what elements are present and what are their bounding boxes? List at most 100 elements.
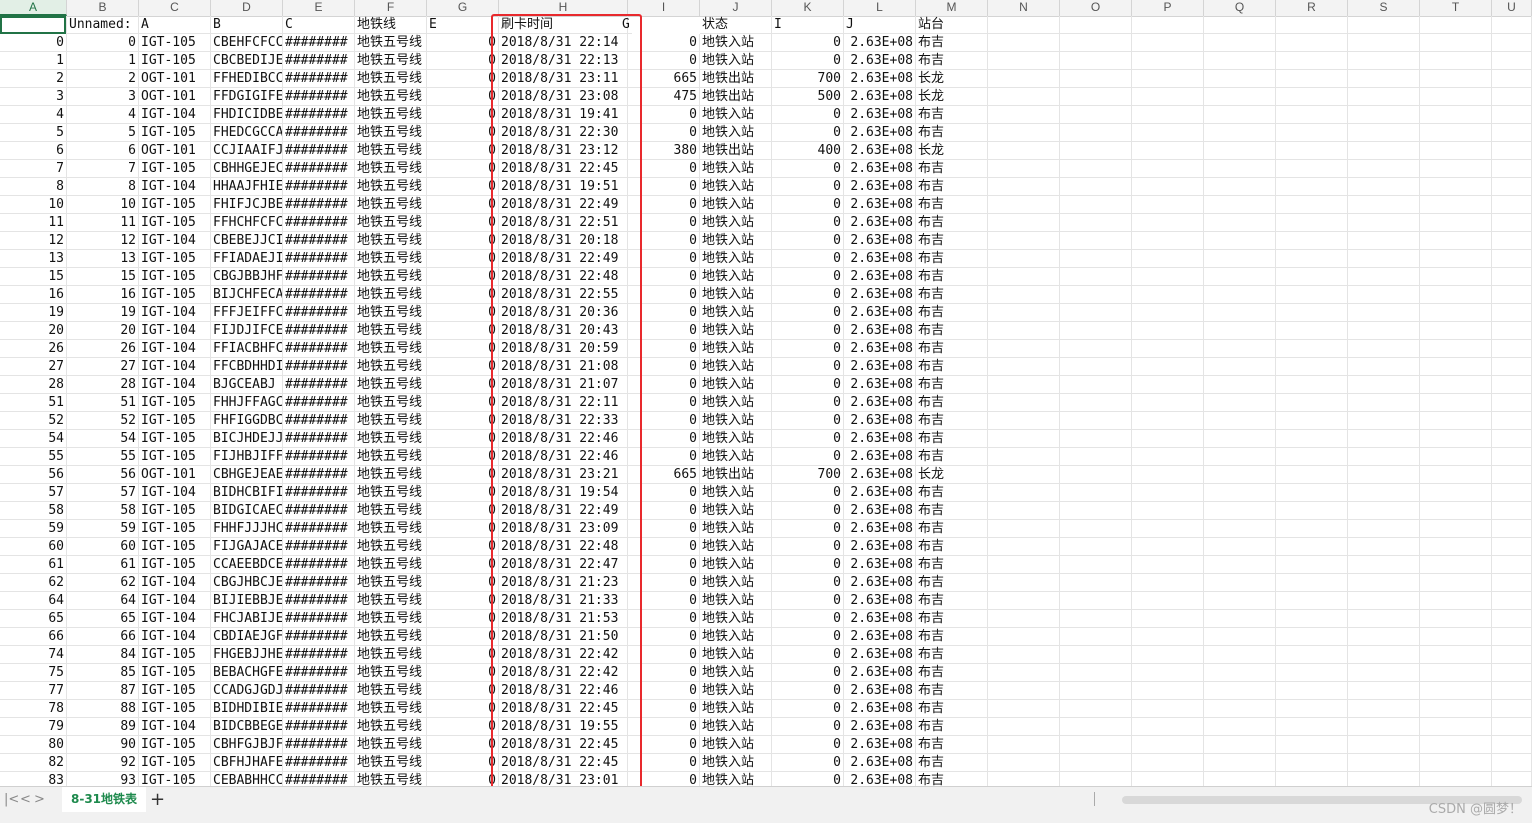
cell-t[interactable]	[1420, 448, 1492, 466]
cell-gate[interactable]: IGT-105	[139, 682, 211, 700]
cell-e[interactable]: 0	[427, 430, 499, 448]
row-index[interactable]: 60	[0, 538, 67, 556]
cell-amount[interactable]: 0	[772, 214, 844, 232]
cell-t[interactable]	[1420, 286, 1492, 304]
cell-card-time[interactable]: 2018/8/31 22:42	[499, 664, 628, 682]
cell-status[interactable]: 地铁入站	[700, 250, 772, 268]
cell-date[interactable]: ########	[283, 628, 355, 646]
cell-terminal[interactable]: 2.63E+08	[844, 34, 916, 52]
cell-s[interactable]	[1348, 394, 1420, 412]
cell-o[interactable]	[1060, 754, 1132, 772]
cell-u[interactable]	[1492, 70, 1532, 88]
cell-unnamed[interactable]: 52	[67, 412, 139, 430]
cell-fare[interactable]: 0	[628, 700, 700, 718]
cell-r[interactable]	[1276, 682, 1348, 700]
cell-status[interactable]: 地铁入站	[700, 772, 772, 786]
cell-card-id[interactable]: CBEHFCFCC	[211, 34, 283, 52]
cell-gate[interactable]: IGT-104	[139, 484, 211, 502]
cell-e[interactable]: 0	[427, 484, 499, 502]
cell-unnamed[interactable]: 89	[67, 718, 139, 736]
cell-fare[interactable]: 475	[628, 88, 700, 106]
cell-fare[interactable]: 0	[628, 322, 700, 340]
row-index[interactable]: 54	[0, 430, 67, 448]
cell-card-time[interactable]: 2018/8/31 22:47	[499, 556, 628, 574]
cell-fare[interactable]: 0	[628, 610, 700, 628]
cell-card-time[interactable]: 2018/8/31 22:33	[499, 412, 628, 430]
cell-terminal[interactable]: 2.63E+08	[844, 88, 916, 106]
cell-fare[interactable]: 380	[628, 142, 700, 160]
row-index[interactable]: 77	[0, 682, 67, 700]
cell-e[interactable]: 0	[427, 646, 499, 664]
cell-n[interactable]	[988, 286, 1060, 304]
cell-t[interactable]	[1420, 16, 1492, 34]
cell-n[interactable]	[988, 376, 1060, 394]
cell-date[interactable]: ########	[283, 664, 355, 682]
cell-unnamed[interactable]: 10	[67, 196, 139, 214]
cell-fare[interactable]: 0	[628, 520, 700, 538]
cell-card-id[interactable]: CBHHGEJEC	[211, 160, 283, 178]
cell-card-id[interactable]: CCADGJGDJ	[211, 682, 283, 700]
cell-terminal[interactable]: 2.63E+08	[844, 538, 916, 556]
header-e[interactable]: E	[427, 16, 499, 34]
cell-unnamed[interactable]: 60	[67, 538, 139, 556]
cell-date[interactable]: ########	[283, 520, 355, 538]
cell-q[interactable]	[1204, 178, 1276, 196]
cell-gate[interactable]: IGT-104	[139, 322, 211, 340]
header-unnamed[interactable]: Unnamed:	[67, 16, 139, 34]
cell-r[interactable]	[1276, 16, 1348, 34]
column-header-b[interactable]: B	[67, 0, 139, 16]
cell-o[interactable]	[1060, 646, 1132, 664]
cell-card-id[interactable]: CBHFGJBJF	[211, 736, 283, 754]
cell-line[interactable]: 地铁五号线	[355, 754, 427, 772]
cell-amount[interactable]: 0	[772, 538, 844, 556]
cell-s[interactable]	[1348, 268, 1420, 286]
cell-amount[interactable]: 0	[772, 520, 844, 538]
cell-s[interactable]	[1348, 16, 1420, 34]
cell-n[interactable]	[988, 520, 1060, 538]
header-a[interactable]: A	[139, 16, 211, 34]
cell-r[interactable]	[1276, 484, 1348, 502]
cell-p[interactable]	[1132, 466, 1204, 484]
column-header-e[interactable]: E	[283, 0, 355, 16]
cell-u[interactable]	[1492, 772, 1532, 786]
cell-e[interactable]: 0	[427, 232, 499, 250]
cell-gate[interactable]: IGT-105	[139, 286, 211, 304]
cell-p[interactable]	[1132, 646, 1204, 664]
cell-date[interactable]: ########	[283, 88, 355, 106]
row-index[interactable]: 0	[0, 34, 67, 52]
cell-r[interactable]	[1276, 214, 1348, 232]
cell-card-id[interactable]: FIJGAJACE	[211, 538, 283, 556]
cell-date[interactable]: ########	[283, 196, 355, 214]
cell-q[interactable]	[1204, 646, 1276, 664]
cell-u[interactable]	[1492, 142, 1532, 160]
cell-p[interactable]	[1132, 502, 1204, 520]
cell-status[interactable]: 地铁入站	[700, 430, 772, 448]
cell-s[interactable]	[1348, 358, 1420, 376]
cell-line[interactable]: 地铁五号线	[355, 502, 427, 520]
cell-q[interactable]	[1204, 448, 1276, 466]
cell-date[interactable]: ########	[283, 412, 355, 430]
cell-station[interactable]: 布吉	[916, 700, 988, 718]
sheet-tab[interactable]: 8-31地铁表	[62, 787, 146, 814]
cell-amount[interactable]: 0	[772, 376, 844, 394]
cell-unnamed[interactable]: 56	[67, 466, 139, 484]
cell-s[interactable]	[1348, 106, 1420, 124]
cell-date[interactable]: ########	[283, 394, 355, 412]
cell-t[interactable]	[1420, 268, 1492, 286]
cell-station[interactable]: 布吉	[916, 106, 988, 124]
cell-t[interactable]	[1420, 376, 1492, 394]
cell-amount[interactable]: 0	[772, 592, 844, 610]
cell-line[interactable]: 地铁五号线	[355, 304, 427, 322]
cell-n[interactable]	[988, 736, 1060, 754]
cell-n[interactable]	[988, 88, 1060, 106]
cell-card-id[interactable]: BIDCBBEGE	[211, 718, 283, 736]
cell-p[interactable]	[1132, 52, 1204, 70]
cell-station[interactable]: 布吉	[916, 322, 988, 340]
cell-status[interactable]: 地铁入站	[700, 268, 772, 286]
cell-e[interactable]: 0	[427, 214, 499, 232]
cell-n[interactable]	[988, 16, 1060, 34]
cell-unnamed[interactable]: 55	[67, 448, 139, 466]
cell-o[interactable]	[1060, 772, 1132, 786]
cell-fare[interactable]: 0	[628, 232, 700, 250]
cell-date[interactable]: ########	[283, 484, 355, 502]
